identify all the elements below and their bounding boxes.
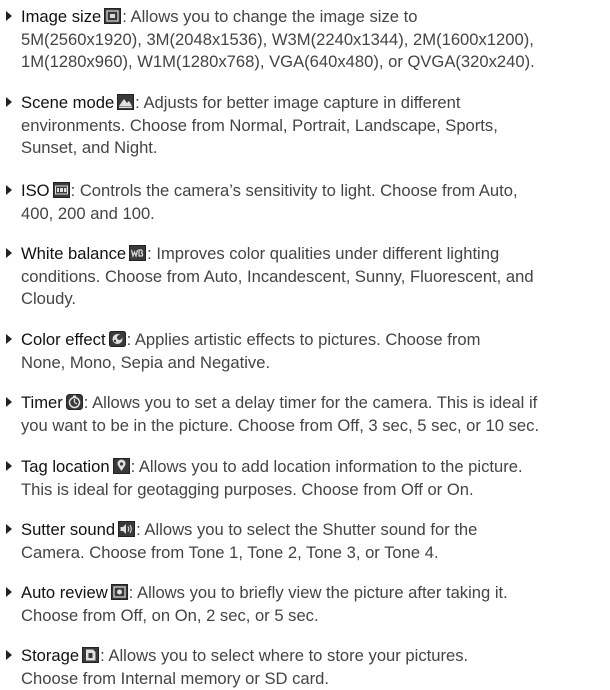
item-term: Tag location: [21, 457, 110, 476]
item-term: Auto review: [21, 583, 108, 602]
item-term: ISO: [21, 181, 50, 200]
item-term: Scene mode: [21, 93, 115, 112]
bullet-arrow-icon: [6, 524, 12, 534]
bullet-arrow-icon: [6, 97, 12, 107]
bullet-arrow-icon: [6, 334, 12, 344]
list-item-timer: Timer: Allows you to set a delay timer f…: [0, 392, 600, 437]
white-balance-icon: [129, 245, 147, 261]
color-effect-icon: [108, 331, 126, 347]
iso-icon: [52, 182, 70, 198]
item-term: White balance: [21, 244, 127, 263]
item-description: : Allows you to set a delay timer for th…: [21, 393, 540, 435]
list-item-storage: Storage: Allows you to select where to s…: [0, 645, 600, 690]
list-item-auto-review: Auto review: Allows you to briefly view …: [0, 582, 600, 627]
auto-review-icon: [110, 584, 128, 600]
list-item-image-size: Image size: Allows you to change the ima…: [0, 6, 600, 74]
list-item-tag-location: Tag location: Allows you to add location…: [0, 456, 600, 501]
bullet-arrow-icon: [6, 185, 12, 195]
bullet-arrow-icon: [6, 461, 12, 471]
storage-icon: [82, 647, 100, 663]
list-item-scene-mode: Scene mode: Adjusts for better image cap…: [0, 92, 600, 160]
bullet-arrow-icon: [6, 587, 12, 597]
bullet-arrow-icon: [6, 248, 12, 258]
bullet-arrow-icon: [6, 11, 12, 21]
timer-icon: [65, 394, 83, 410]
item-term: Image size: [21, 7, 102, 26]
list-item-color-effect: Color effect: Applies artistic effects t…: [0, 329, 600, 374]
shutter-sound-icon: [118, 521, 136, 537]
bullet-arrow-icon: [6, 397, 12, 407]
scene-mode-icon: [117, 94, 135, 110]
tag-location-icon: [112, 458, 130, 474]
image-size-icon: [104, 8, 122, 24]
item-term: Sutter sound: [21, 520, 116, 539]
item-description: : Controls the camera’s sensitivity to l…: [21, 181, 518, 223]
item-term: Color effect: [21, 330, 106, 349]
item-term: Timer: [21, 393, 63, 412]
list-item-white-balance: White balance: Improves color qualities …: [0, 243, 600, 311]
list-item-iso: ISO: Controls the camera’s sensitivity t…: [0, 180, 600, 225]
list-item-shutter-sound: Sutter sound: Allows you to select the S…: [0, 519, 600, 564]
item-term: Storage: [21, 646, 80, 665]
bullet-arrow-icon: [6, 650, 12, 660]
